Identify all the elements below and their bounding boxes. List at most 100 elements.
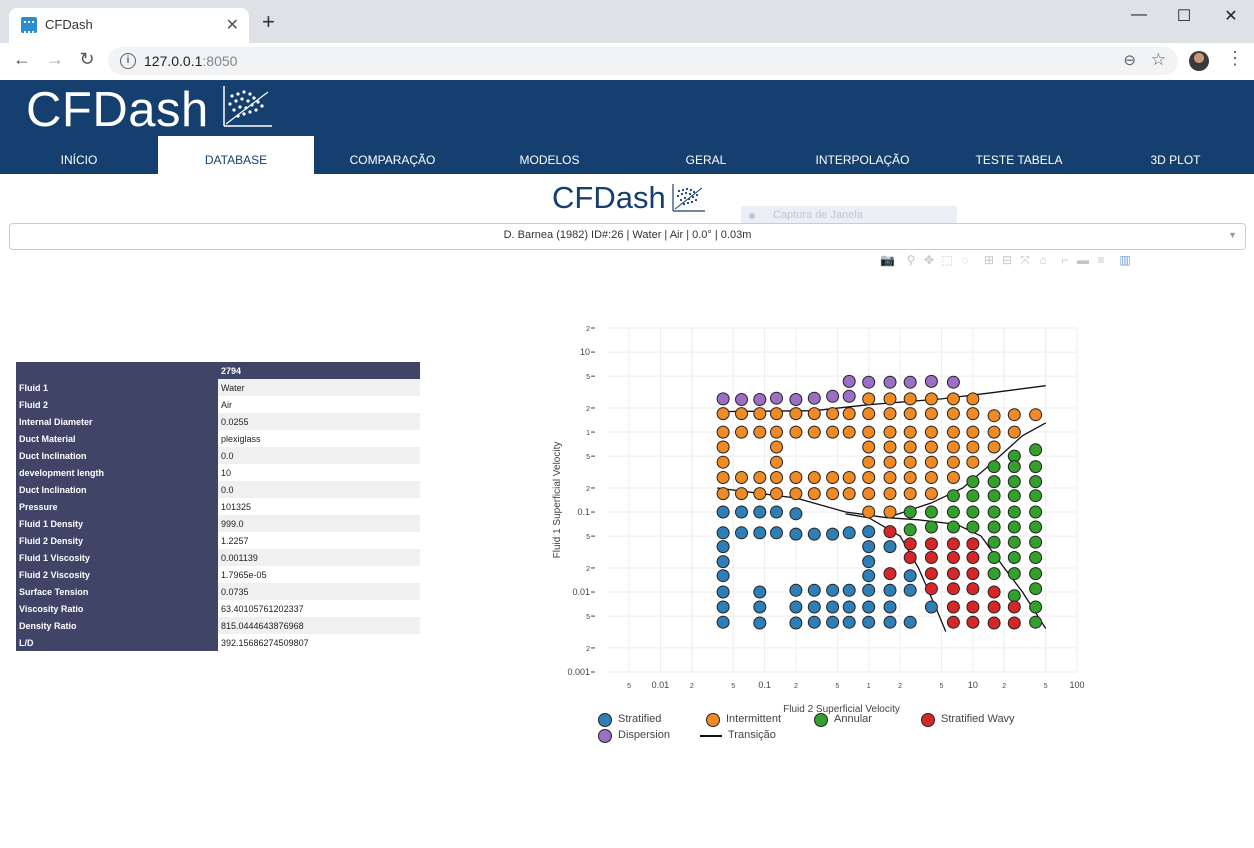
nav-comparacao[interactable]: COMPARAÇÃO <box>314 136 471 174</box>
point-stratified <box>789 616 803 630</box>
dataset-dropdown[interactable]: D. Barnea (1982) ID#:26 | Water | Air | … <box>9 223 1246 250</box>
page-logo-text: CFDash <box>552 180 666 215</box>
new-tab-button[interactable]: + <box>262 11 275 33</box>
point-intermittent <box>883 440 897 454</box>
point-intermittent <box>770 455 783 469</box>
back-arrow-icon[interactable]: ← <box>10 49 34 70</box>
reload-icon[interactable]: ↻ <box>75 49 99 70</box>
point-stratified-wavy <box>946 615 960 629</box>
forward-arrow-icon[interactable]: → <box>43 49 67 70</box>
point-stratified <box>862 540 876 554</box>
point-intermittent <box>862 505 876 519</box>
minimize-button[interactable]: — <box>1124 6 1154 24</box>
point-stratified <box>842 583 856 597</box>
table-row: Duct Inclination 0.0 <box>16 447 420 464</box>
maximize-button[interactable]: ☐ <box>1169 6 1199 26</box>
point-stratified <box>842 600 856 614</box>
point-intermittent <box>753 425 767 439</box>
legend-marker <box>814 713 828 727</box>
point-intermittent <box>716 487 730 501</box>
browser-tab[interactable]: CFDash ✕ <box>9 8 249 43</box>
table-row: Duct Material plexiglass <box>16 430 420 447</box>
point-intermittent <box>789 471 803 484</box>
y-tick-label: 5 <box>586 374 590 381</box>
point-stratified <box>753 526 767 540</box>
legend-marker <box>921 713 935 727</box>
browser-menu-icon[interactable]: ⋮ <box>1226 48 1244 69</box>
point-annular <box>1007 520 1021 534</box>
legend-marker <box>598 713 612 727</box>
nav-teste-tabela[interactable]: TESTE TABELA <box>941 136 1097 174</box>
hover-compare-icon[interactable]: ≡ <box>1094 253 1108 267</box>
point-intermittent <box>966 440 980 454</box>
point-dispersion <box>789 393 803 406</box>
point-stratified <box>826 527 840 541</box>
point-intermittent <box>807 487 821 501</box>
autoscale-icon[interactable]: ⤧ <box>1018 253 1032 267</box>
point-intermittent <box>807 425 821 439</box>
point-stratified-wavy <box>946 582 960 596</box>
y-tick-label: 2 <box>586 326 590 333</box>
point-annular <box>1029 582 1043 596</box>
bookmark-star-icon[interactable]: ☆ <box>1151 50 1166 70</box>
point-stratified-wavy <box>924 537 938 551</box>
x-tick-label: 5 <box>627 683 631 690</box>
close-window-button[interactable]: ✕ <box>1216 6 1246 26</box>
y-tick-label: 0.001 <box>567 667 590 677</box>
table-header-id: 2794 <box>218 362 420 379</box>
hover-closest-icon[interactable]: ▬ <box>1076 253 1090 267</box>
point-intermittent <box>924 440 938 454</box>
point-stratified <box>753 585 767 599</box>
plotly-logo-icon[interactable]: ▥ <box>1118 253 1132 267</box>
camera-icon[interactable]: 📷 <box>880 253 895 267</box>
box-select-icon[interactable]: ⬚ <box>940 253 954 267</box>
point-stratified <box>903 569 917 583</box>
profile-avatar[interactable] <box>1189 51 1209 71</box>
spike-lines-icon[interactable]: ⌐ <box>1058 253 1072 267</box>
brand-logo-icon <box>223 86 272 127</box>
nav-modelos[interactable]: MODELOS <box>471 136 628 174</box>
point-annular <box>1029 600 1043 614</box>
point-annular <box>1007 567 1021 581</box>
point-intermittent <box>842 471 856 484</box>
nav-database[interactable]: DATABASE <box>158 136 314 174</box>
point-annular <box>987 475 1001 489</box>
table-row: Density Ratio 815.0444643876968 <box>16 617 420 634</box>
nav-interpolacao[interactable]: INTERPOLAÇÃO <box>784 136 941 174</box>
point-annular <box>987 489 1001 503</box>
home-icon[interactable]: ⌂ <box>1036 253 1050 267</box>
pan-icon[interactable]: ✥ <box>922 253 936 267</box>
zoom-out-icon[interactable]: ⊟ <box>1000 253 1014 267</box>
flow-pattern-chart[interactable]: 5 0.01 2 5 0.1 2 5 1 2 5 10 2 5 100 0.001 2 5 0.01 2 5 0.1 2 5… <box>540 320 1100 730</box>
point-annular <box>1029 520 1043 534</box>
point-stratified <box>716 585 730 599</box>
nav-inicio[interactable]: INÍCIO <box>0 136 158 174</box>
point-intermittent <box>924 455 938 469</box>
point-stratified <box>842 615 856 629</box>
point-annular <box>987 535 1001 549</box>
zoom-icon[interactable]: ⚲ <box>904 253 918 267</box>
y-tick-label: 5 <box>586 614 590 621</box>
point-intermittent <box>789 407 803 421</box>
point-annular <box>966 520 980 534</box>
address-bar[interactable]: i 127.0.0.1:8050 ⊖ ☆ <box>108 47 1178 75</box>
point-annular <box>987 551 1001 564</box>
nav-3d-plot[interactable]: 3D PLOT <box>1097 136 1254 174</box>
point-intermittent <box>966 455 980 469</box>
chevron-down-icon[interactable]: ▼ <box>1228 230 1237 240</box>
point-intermittent <box>903 471 917 484</box>
point-annular <box>966 505 980 519</box>
lasso-select-icon[interactable]: ◌ <box>958 253 972 267</box>
point-stratified <box>807 527 821 541</box>
nav-geral[interactable]: GERAL <box>628 136 784 174</box>
zoom-icon[interactable]: ⊖ <box>1123 51 1136 69</box>
point-dispersion <box>946 375 960 389</box>
tab-close-icon[interactable]: ✕ <box>226 15 239 35</box>
point-intermittent <box>1007 425 1021 439</box>
point-intermittent <box>770 487 783 501</box>
site-info-icon[interactable]: i <box>120 53 136 69</box>
point-stratified <box>716 569 730 583</box>
point-annular <box>946 505 960 519</box>
zoom-in-icon[interactable]: ⊞ <box>982 253 996 267</box>
point-stratified <box>862 615 876 629</box>
